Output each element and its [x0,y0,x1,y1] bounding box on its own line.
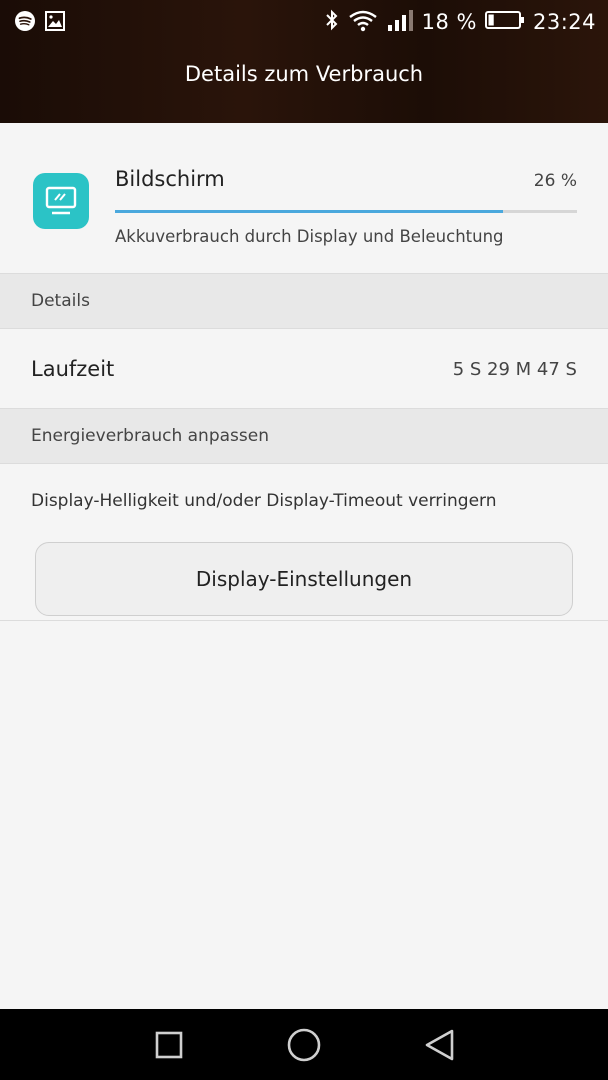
section-title: Energieverbrauch anpassen [31,426,269,446]
signal-icon [386,8,414,36]
content-area: Bildschirm 26 % Akkuverbrauch durch Disp… [0,123,608,1009]
app-name: Bildschirm [115,167,225,191]
recents-icon[interactable] [149,1027,189,1063]
bluetooth-icon [324,8,340,36]
spotify-icon [14,10,36,36]
monitor-icon [33,173,89,229]
app-usage-row: Bildschirm 26 % Akkuverbrauch durch Disp… [0,123,608,273]
clock: 23:24 [532,10,596,34]
display-settings-button[interactable]: Display-Einstellungen [35,542,573,616]
navigation-bar [0,1009,608,1080]
divider [0,620,608,621]
section-header-details: Details [0,273,608,329]
page-title: Details zum Verbrauch [184,62,424,86]
status-bar: 18 % 23:24 [0,0,608,44]
runtime-value: 5 S 29 M 47 S [452,359,577,380]
wifi-icon [348,8,378,36]
battery-percent: 18 % [421,10,477,34]
runtime-row: Laufzeit 5 S 29 M 47 S [0,329,608,409]
runtime-label: Laufzeit [31,357,115,381]
usage-description: Akkuverbrauch durch Display und Beleucht… [115,227,504,246]
section-header-adjust: Energieverbrauch anpassen [0,408,608,464]
usage-percent: 26 % [533,171,577,191]
top-bar: 18 % 23:24 Details zum Verbrauch [0,0,608,123]
image-icon [44,10,66,36]
back-icon[interactable] [419,1027,459,1063]
battery-icon [484,9,525,35]
usage-bar [115,210,577,213]
section-title: Details [31,291,90,311]
adjust-hint: Display-Helligkeit und/oder Display-Time… [31,491,497,511]
home-icon[interactable] [284,1027,324,1063]
usage-bar-fill [115,210,504,213]
